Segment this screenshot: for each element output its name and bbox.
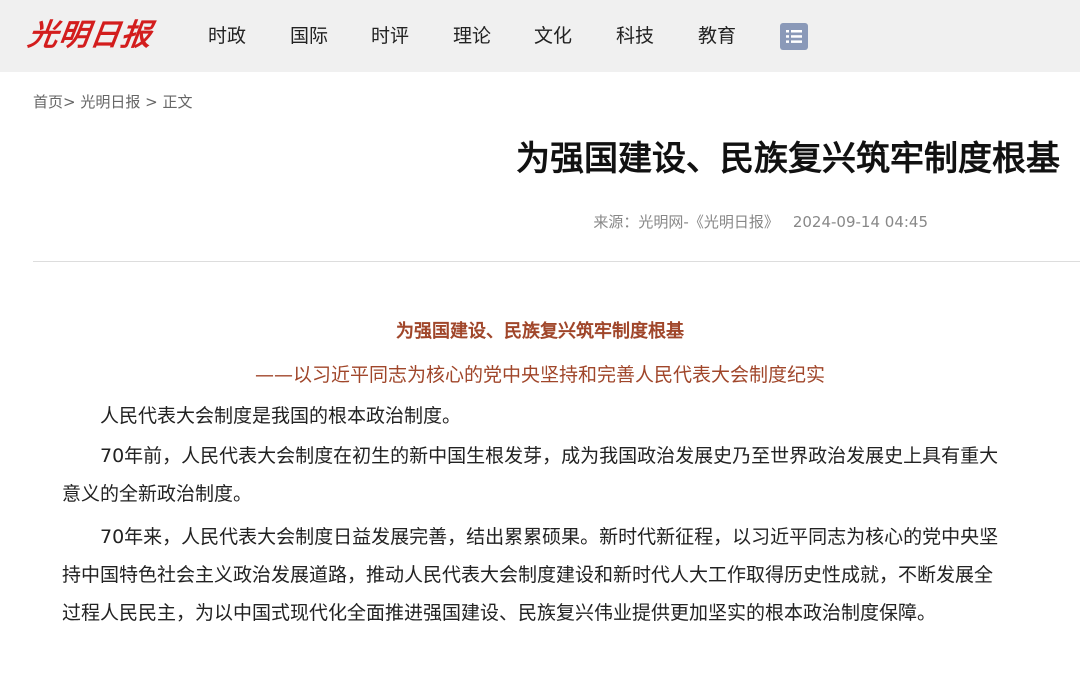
nav-item-guoji[interactable]: 国际 [290,22,328,50]
article-body: 人民代表大会制度是我国的根本政治制度。 [62,397,1002,435]
article-paragraph: 人民代表大会制度是我国的根本政治制度。 [100,405,462,427]
article-source: 来源：光明网-《光明日报》 [593,213,779,231]
article-datetime: 2024-09-14 04:45 [792,213,928,231]
article-subtitle-secondary: ——以习近平同志为核心的党中央坚持和完善人民代表大会制度纪实 [254,364,825,386]
nav-item-wenhua[interactable]: 文化 [534,22,572,50]
divider [33,261,1080,262]
article-title: 为强国建设、民族复兴筑牢制度根基 [516,139,1060,179]
article-body: 70年来，人民代表大会制度日益发展完善，结出累累硕果。新时代新征程，以习近平同志… [62,518,1002,632]
breadcrumb-separator: > [145,93,158,111]
nav-item-shiping[interactable]: 时评 [371,22,409,50]
article-meta: 来源：光明网-《光明日报》 2024-09-14 04:45 [593,210,928,234]
breadcrumb: 首页> 光明日报 > 正文 [33,91,193,113]
article-paragraph: 70年来，人民代表大会制度日益发展完善，结出累累硕果。新时代新征程，以习近平同志… [62,526,999,624]
breadcrumb-separator: > [63,93,76,111]
nav-item-jiaoyu[interactable]: 教育 [698,22,736,50]
site-logo[interactable]: 光明日报 [25,14,155,58]
top-navigation-bar: 光明日报 时政 国际 时评 理论 文化 科技 教育 [0,0,1080,72]
nav-item-shizheng[interactable]: 时政 [208,22,246,50]
article-body: 70年前，人民代表大会制度在初生的新中国生根发芽，成为我国政治发展史乃至世界政治… [62,437,1002,513]
article-subtitle: 为强国建设、民族复兴筑牢制度根基 [396,321,684,342]
breadcrumb-section[interactable]: 光明日报 [80,93,140,111]
breadcrumb-home[interactable]: 首页 [33,93,63,111]
nav-item-lilun[interactable]: 理论 [453,22,491,50]
article-paragraph: 70年前，人民代表大会制度在初生的新中国生根发芽，成为我国政治发展史乃至世界政治… [62,445,999,505]
list-menu-icon[interactable] [780,23,808,50]
nav-item-keji[interactable]: 科技 [616,22,654,50]
breadcrumb-current: 正文 [162,93,193,111]
